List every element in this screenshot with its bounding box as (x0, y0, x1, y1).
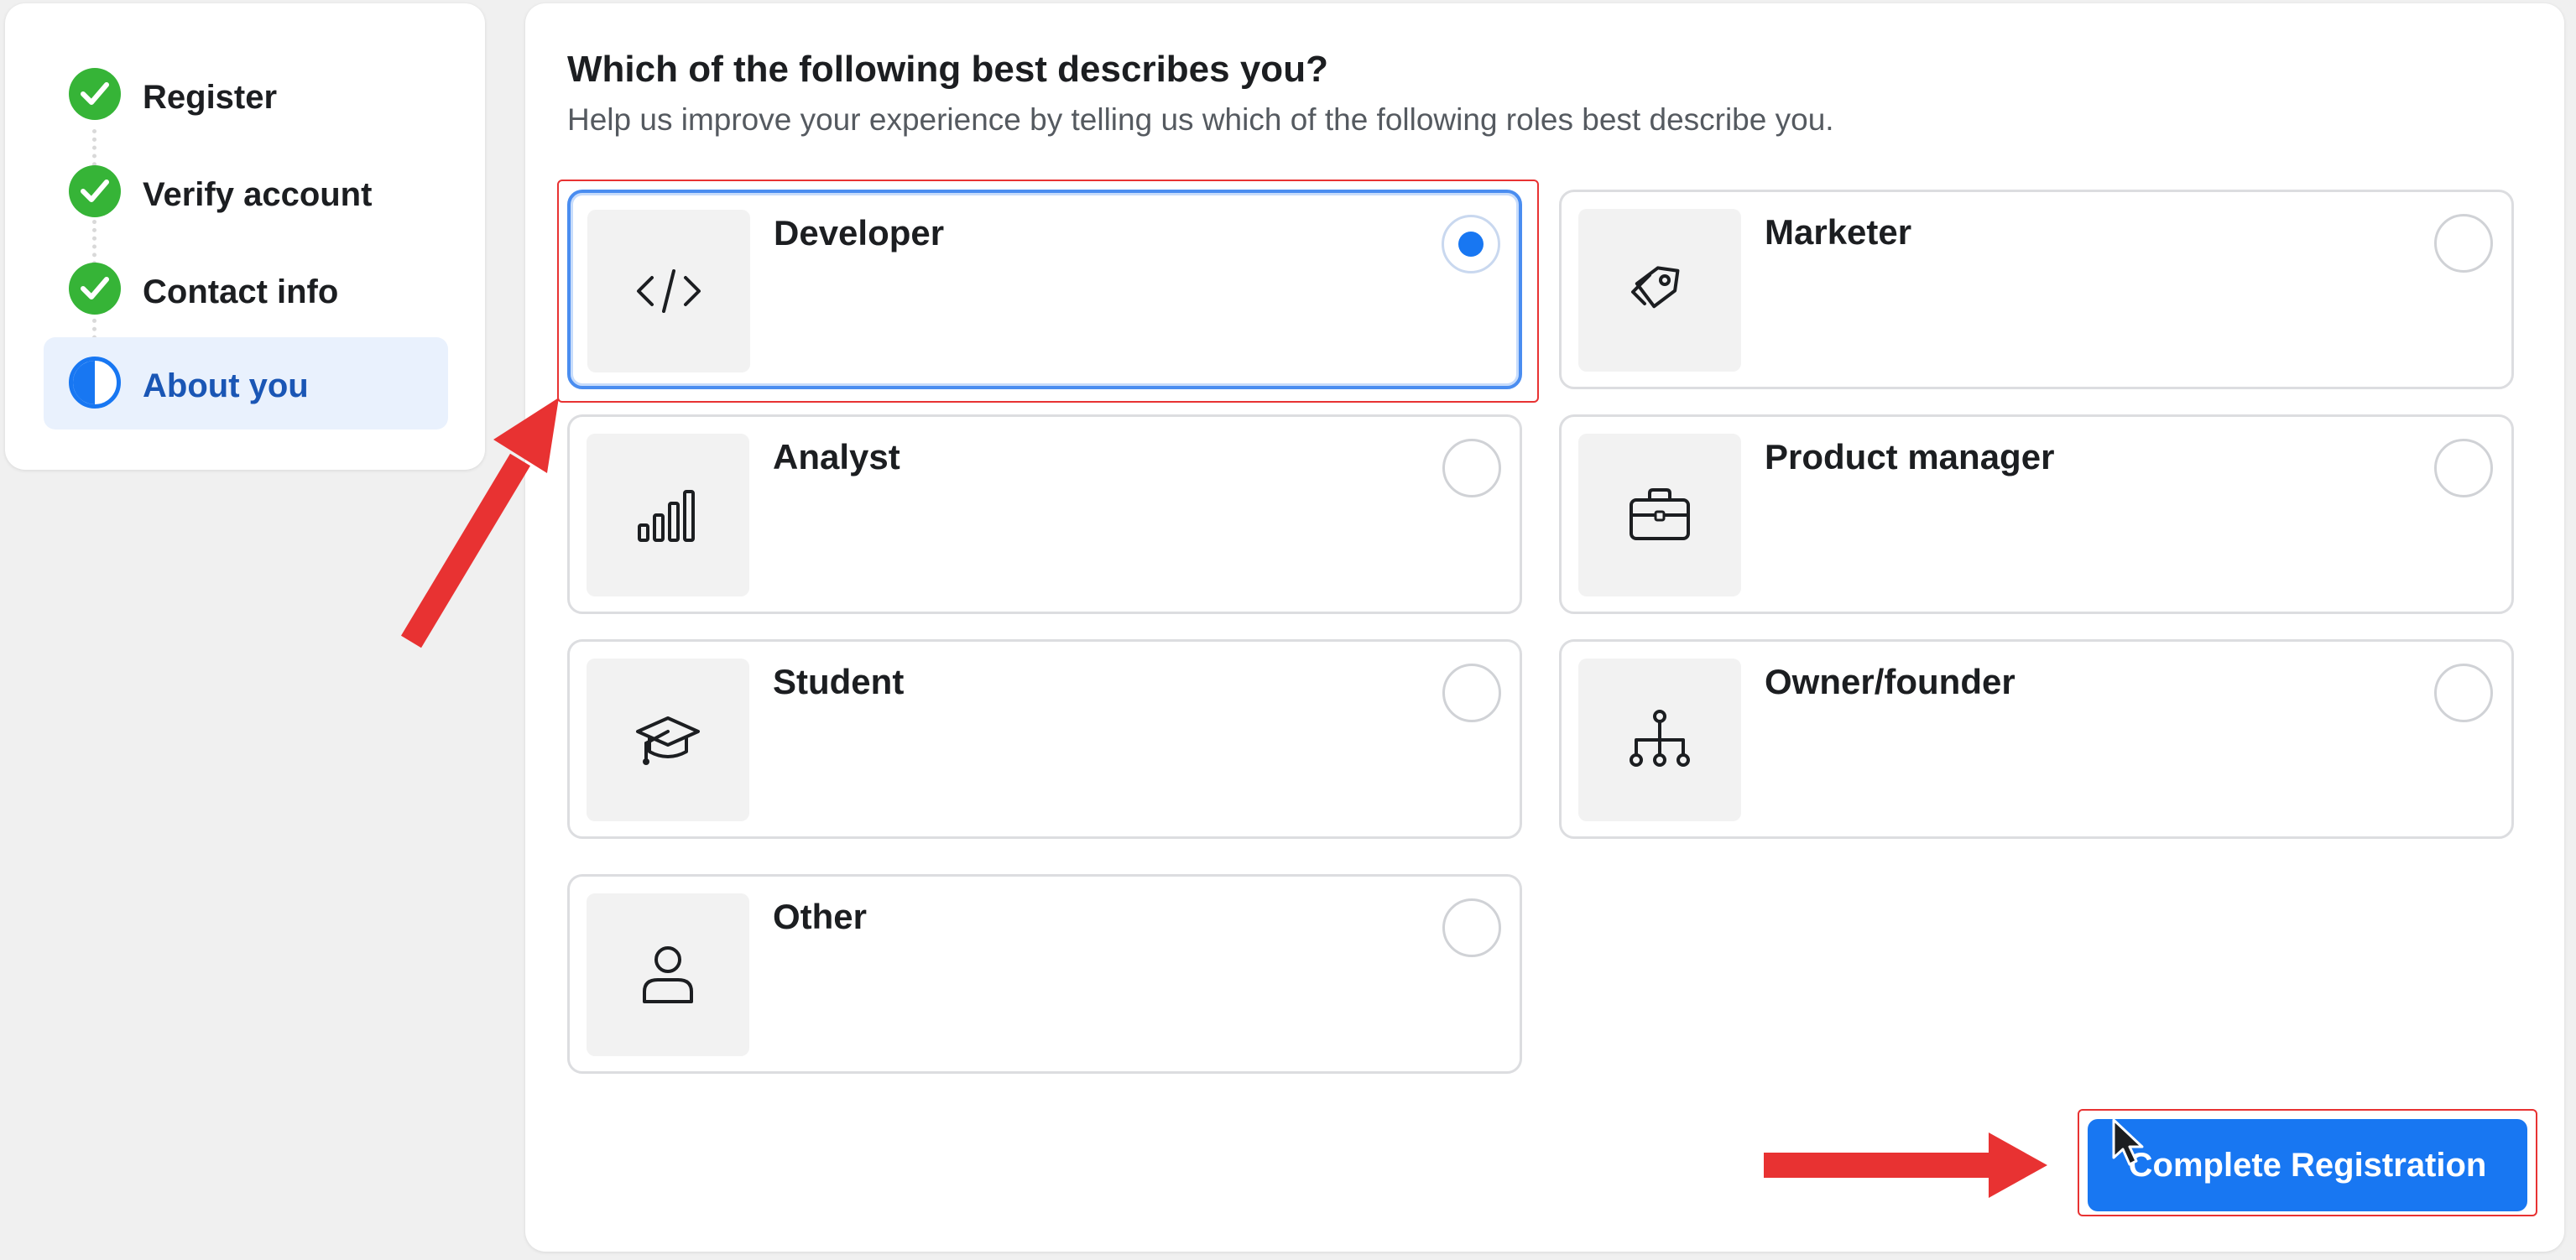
role-label: Marketer (1765, 212, 1912, 252)
half-circle-progress-icon (69, 357, 121, 409)
step-register[interactable]: Register (44, 49, 448, 141)
role-radio[interactable] (1442, 439, 1501, 497)
role-radio[interactable] (2434, 664, 2493, 722)
role-icon-box (1578, 209, 1741, 372)
role-option-product-manager[interactable]: Product manager (1559, 414, 2514, 614)
page-subtitle: Help us improve your experience by telli… (567, 102, 1834, 137)
role-icon-box (587, 659, 749, 821)
mouse-cursor-icon (2112, 1118, 2144, 1166)
check-circle-icon (69, 165, 121, 217)
role-icon-box (1578, 434, 1741, 596)
step-contact-info[interactable]: Contact info (44, 243, 448, 336)
highlight-box-developer (557, 180, 1539, 403)
role-icon-box (587, 893, 749, 1056)
step-verify-account[interactable]: Verify account (44, 146, 448, 238)
person-icon (643, 946, 693, 1003)
step-about-you[interactable]: About you (44, 337, 448, 430)
bar-chart-icon (638, 490, 695, 542)
role-option-student[interactable]: Student (567, 639, 1522, 839)
page-title: Which of the following best describes yo… (567, 49, 1328, 90)
graduation-cap-icon (636, 716, 700, 765)
role-label: Other (773, 897, 868, 936)
role-option-owner-founder[interactable]: Owner/founder (1559, 639, 2514, 839)
role-radio[interactable] (1442, 898, 1501, 957)
role-label: Product manager (1765, 437, 2055, 476)
role-icon-box (1578, 659, 1741, 821)
role-label: Analyst (773, 437, 900, 476)
check-circle-icon (69, 68, 121, 120)
role-label: Student (773, 662, 905, 701)
check-circle-icon (69, 263, 121, 315)
role-option-analyst[interactable]: Analyst (567, 414, 1522, 614)
step-label: Register (143, 79, 278, 116)
role-label: Owner/founder (1765, 662, 2015, 701)
step-label: Verify account (143, 176, 373, 213)
step-label: Contact info (143, 273, 339, 310)
step-label: About you (143, 367, 309, 404)
role-option-other[interactable]: Other (567, 874, 1522, 1074)
tags-icon (1631, 266, 1680, 309)
red-arrow-up-right-icon (400, 398, 559, 648)
highlight-box-complete-button (2078, 1109, 2537, 1216)
role-radio[interactable] (2434, 439, 2493, 497)
role-radio[interactable] (1442, 664, 1501, 722)
role-icon-box (587, 434, 749, 596)
role-radio[interactable] (2434, 214, 2493, 273)
red-arrow-right-icon (1764, 1132, 2047, 1198)
briefcase-icon (1630, 488, 1690, 540)
role-option-marketer[interactable]: Marketer (1559, 190, 2514, 389)
org-chart-icon (1630, 710, 1690, 767)
